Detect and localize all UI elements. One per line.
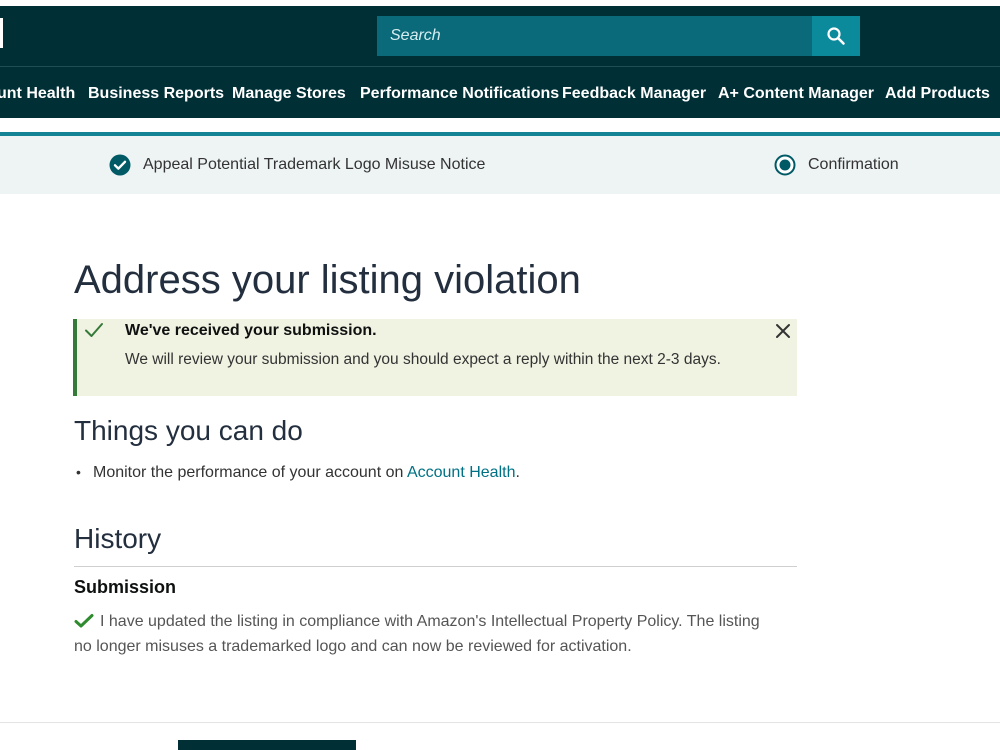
bullet-suffix: . xyxy=(515,464,520,481)
top-stripe xyxy=(0,0,1000,6)
search-button[interactable] xyxy=(812,16,860,56)
list-item: • Monitor the performance of your account… xyxy=(76,461,520,484)
check-circle-icon xyxy=(109,154,131,176)
nav-item-a-plus-content-manager[interactable]: A+ Content Manager xyxy=(718,67,874,119)
top-header: Search xyxy=(0,0,1000,66)
step-label: Confirmation xyxy=(808,156,899,173)
nav-item-manage-stores[interactable]: Manage Stores xyxy=(232,67,346,119)
things-heading: Things you can do xyxy=(74,415,303,446)
alert-title: We've received your submission. xyxy=(125,322,377,339)
progress-steps: Appeal Potential Trademark Logo Misuse N… xyxy=(0,136,1000,194)
main-nav: unt Health Business Reports Manage Store… xyxy=(0,66,1000,118)
search-input[interactable]: Search xyxy=(377,16,812,56)
nav-item-account-health[interactable]: unt Health xyxy=(0,67,75,119)
nav-item-add-products[interactable]: Add Products xyxy=(885,67,990,119)
bullet-icon: • xyxy=(76,464,81,480)
step-label: Appeal Potential Trademark Logo Misuse N… xyxy=(143,156,486,173)
step-appeal: Appeal Potential Trademark Logo Misuse N… xyxy=(109,136,485,194)
success-alert: We've received your submission. We will … xyxy=(73,319,797,396)
green-check-icon xyxy=(74,614,94,628)
close-icon[interactable] xyxy=(774,322,792,340)
checkmark-icon xyxy=(85,323,103,337)
bullet-text: Monitor the performance of your account … xyxy=(93,464,407,481)
menu-button-edge[interactable] xyxy=(0,18,3,48)
nav-item-business-reports[interactable]: Business Reports xyxy=(88,67,224,119)
divider xyxy=(74,566,797,567)
nav-item-feedback-manager[interactable]: Feedback Manager xyxy=(562,67,706,119)
alert-body: We will review your submission and you s… xyxy=(125,351,721,368)
search-icon xyxy=(827,27,845,45)
submission-text-block: I have updated the listing in compliance… xyxy=(74,610,774,659)
nav-item-performance-notifications[interactable]: Performance Notifications xyxy=(360,67,559,119)
step-confirmation: Confirmation xyxy=(774,136,899,194)
account-health-link[interactable]: Account Health xyxy=(407,464,516,481)
radio-dot-icon xyxy=(774,154,796,176)
submission-text: I have updated the listing in compliance… xyxy=(74,613,760,655)
footer-divider xyxy=(0,722,1000,723)
history-heading: History xyxy=(74,523,162,554)
footer-button[interactable] xyxy=(178,740,356,750)
submission-title: Submission xyxy=(74,577,177,597)
page-title: Address your listing violation xyxy=(74,258,581,302)
